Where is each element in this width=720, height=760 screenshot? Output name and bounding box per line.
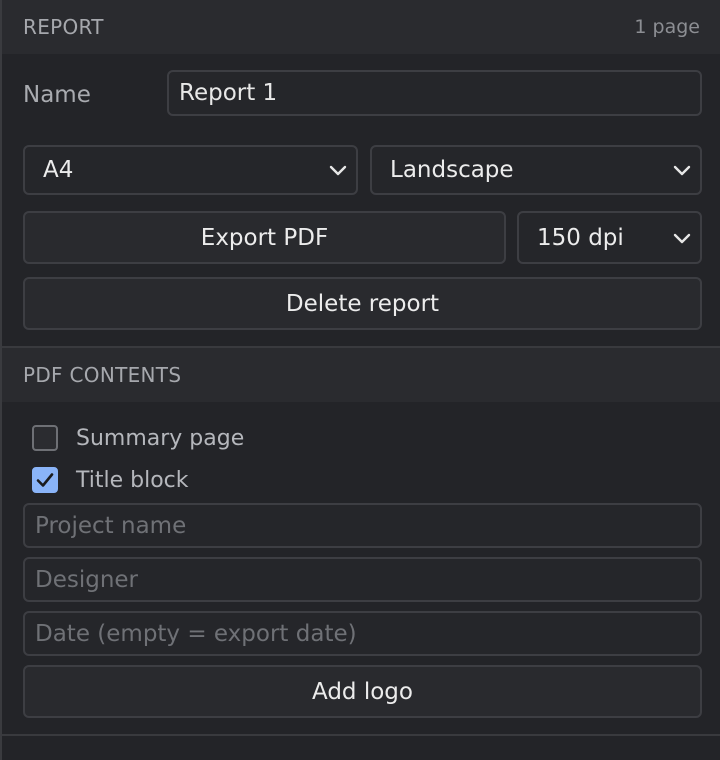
export-pdf-label: Export PDF <box>200 224 329 251</box>
page-count: 1 page <box>634 16 700 38</box>
date-input[interactable] <box>23 611 702 656</box>
title-block-label: Title block <box>76 467 189 493</box>
project-name-input[interactable] <box>23 503 702 548</box>
pdf-contents-section-title: PDF CONTENTS <box>23 363 182 387</box>
bottom-divider <box>2 734 720 736</box>
dpi-select[interactable]: 150 dpi <box>517 211 702 264</box>
pdf-contents-section-header: PDF CONTENTS <box>2 348 720 402</box>
delete-report-label: Delete report <box>285 290 440 317</box>
report-panel: REPORT 1 page Name A4 Landscape Export P… <box>0 0 720 760</box>
summary-page-option[interactable]: Summary page <box>32 425 244 451</box>
paper-size-value: A4 <box>43 157 74 183</box>
title-block-checkbox[interactable] <box>32 467 58 493</box>
add-logo-label: Add logo <box>312 678 413 705</box>
export-pdf-button[interactable]: Export PDF <box>23 211 506 264</box>
report-name-input[interactable] <box>167 70 702 116</box>
add-logo-button[interactable]: Add logo <box>23 665 702 718</box>
name-label: Name <box>23 82 91 108</box>
dpi-value: 150 dpi <box>537 224 624 251</box>
report-section-header: REPORT 1 page <box>2 0 720 54</box>
paper-size-select[interactable]: A4 <box>23 145 358 195</box>
chevron-down-icon <box>329 165 347 176</box>
summary-page-label: Summary page <box>76 425 245 451</box>
designer-input[interactable] <box>23 557 702 602</box>
delete-report-button[interactable]: Delete report <box>23 277 702 330</box>
report-section-title: REPORT <box>23 15 104 39</box>
title-block-option[interactable]: Title block <box>32 467 189 493</box>
checkmark-icon <box>36 473 54 487</box>
chevron-down-icon <box>673 233 691 243</box>
chevron-down-icon <box>673 165 691 176</box>
orientation-value: Landscape <box>390 157 514 183</box>
summary-page-checkbox[interactable] <box>32 425 58 451</box>
orientation-select[interactable]: Landscape <box>370 145 702 195</box>
